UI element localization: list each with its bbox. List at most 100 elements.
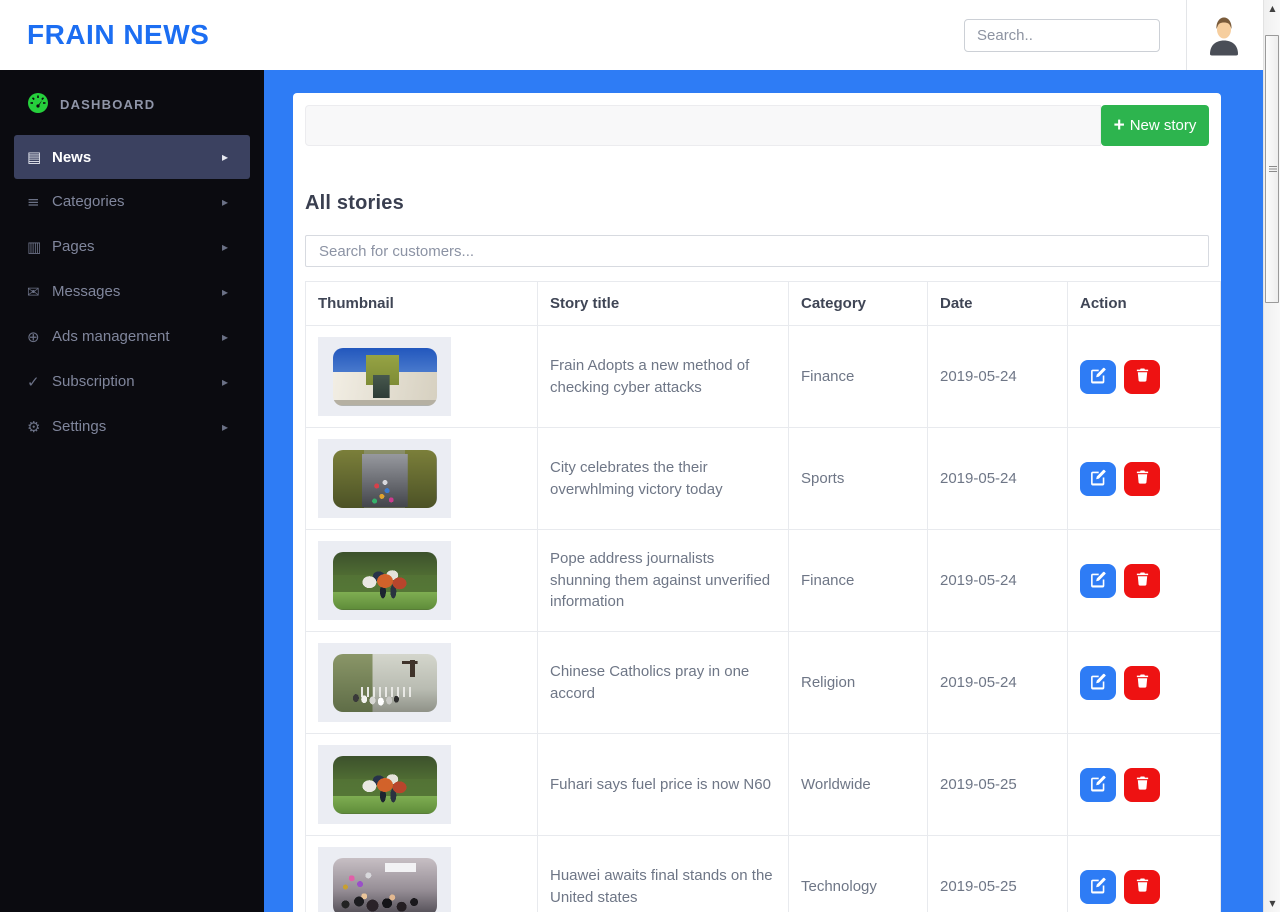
- delete-story-button[interactable]: [1124, 359, 1160, 394]
- trash-icon: [1135, 469, 1150, 488]
- main-area: + New story All stories ThumbnailStory t…: [264, 70, 1263, 912]
- sidebar: DASHBOARD ▤ News ▸ ≡ Categories ▸ ▥ Page…: [0, 70, 264, 912]
- ads-globe-icon: ⊕: [27, 327, 40, 346]
- user-avatar-icon[interactable]: [1204, 14, 1244, 56]
- story-title: Chinese Catholics pray in one accord: [537, 631, 789, 734]
- sidebar-item-settings[interactable]: ⚙ Settings ▸: [0, 404, 264, 449]
- crowd-thumbnail-image: [332, 857, 437, 912]
- pencil-square-icon: [1090, 673, 1107, 693]
- new-story-button[interactable]: + New story: [1101, 105, 1209, 146]
- toolbar: + New story: [305, 105, 1209, 146]
- delete-story-button[interactable]: [1124, 461, 1160, 496]
- sidebar-item-subscription[interactable]: ✓ Subscription ▸: [0, 359, 264, 404]
- sidebar-dashboard-header: DASHBOARD: [0, 70, 264, 135]
- page-title: All stories: [305, 192, 404, 214]
- edit-story-button[interactable]: [1080, 665, 1116, 700]
- sidebar-item-news[interactable]: ▤ News ▸: [14, 135, 250, 179]
- delete-story-button[interactable]: [1124, 767, 1160, 802]
- new-story-label: New story: [1129, 117, 1197, 134]
- chevron-right-icon: ▸: [221, 329, 228, 344]
- trash-icon: [1135, 367, 1150, 386]
- sidebar-item-pages[interactable]: ▥ Pages ▸: [0, 224, 264, 269]
- delete-story-button[interactable]: [1124, 563, 1160, 598]
- edit-story-button[interactable]: [1080, 869, 1116, 904]
- chevron-right-icon: ▸: [221, 374, 228, 389]
- news-icon: ▤: [27, 148, 42, 166]
- story-thumbnail[interactable]: [318, 643, 451, 722]
- scrollbar-grip: [1269, 166, 1277, 172]
- dashboard-gauge-icon: [26, 92, 50, 117]
- trash-icon: [1135, 775, 1150, 794]
- story-thumbnail[interactable]: [318, 337, 451, 416]
- story-row: Frain Adopts a new method of checking cy…: [305, 325, 1221, 428]
- story-date: 2019-05-24: [927, 529, 1068, 632]
- edit-story-button[interactable]: [1080, 359, 1116, 394]
- pencil-square-icon: [1090, 367, 1107, 387]
- story-category: Sports: [788, 427, 928, 530]
- story-row: Fuhari says fuel price is now N60 Worldw…: [305, 733, 1221, 836]
- top-header: FRAIN NEWS: [0, 0, 1263, 70]
- story-category: Technology: [788, 835, 928, 912]
- pencil-square-icon: [1090, 775, 1107, 795]
- story-thumbnail[interactable]: [318, 541, 451, 620]
- pencil-square-icon: [1090, 571, 1107, 591]
- trash-icon: [1135, 877, 1150, 896]
- column-header-category: Category: [788, 281, 928, 326]
- story-category: Religion: [788, 631, 928, 734]
- column-header-date: Date: [927, 281, 1068, 326]
- sidebar-nav: ▤ News ▸ ≡ Categories ▸ ▥ Pages ▸ ✉ Mess…: [0, 135, 264, 449]
- plus-icon: +: [1113, 115, 1125, 136]
- rugby-thumbnail-image: [332, 755, 437, 814]
- scrollbar-thumb[interactable]: [1265, 35, 1279, 303]
- trash-icon: [1135, 673, 1150, 692]
- delete-story-button[interactable]: [1124, 869, 1160, 904]
- story-row: Huawei awaits final stands on the United…: [305, 835, 1221, 912]
- dashboard-label: DASHBOARD: [60, 97, 156, 112]
- categories-icon: ≡: [27, 192, 40, 211]
- stories-table: Thumbnail Story title Category Date Action F…: [305, 281, 1221, 912]
- building-thumbnail-image: [332, 347, 437, 406]
- edit-story-button[interactable]: [1080, 461, 1116, 496]
- story-date: 2019-05-25: [927, 835, 1068, 912]
- sidebar-item-categories[interactable]: ≡ Categories ▸: [0, 179, 264, 224]
- story-category: Finance: [788, 529, 928, 632]
- church-thumbnail-image: [332, 653, 437, 712]
- story-thumbnail[interactable]: [318, 847, 451, 912]
- settings-gear-icon: ⚙: [27, 417, 41, 436]
- edit-story-button[interactable]: [1080, 767, 1116, 802]
- story-date: 2019-05-24: [927, 325, 1068, 428]
- story-row: Chinese Catholics pray in one accord Rel…: [305, 631, 1221, 734]
- trash-icon: [1135, 571, 1150, 590]
- story-date: 2019-05-25: [927, 733, 1068, 836]
- scrollbar-down-arrow-icon[interactable]: ▼: [1264, 895, 1280, 912]
- column-header-thumbnail: Thumbnail: [305, 281, 538, 326]
- pencil-square-icon: [1090, 469, 1107, 489]
- scrollbar-up-arrow-icon[interactable]: ▲: [1264, 0, 1280, 17]
- vertical-scrollbar[interactable]: ▲ ▼: [1263, 0, 1280, 912]
- column-header-action: Action: [1067, 281, 1221, 326]
- pages-icon: ▥: [27, 237, 42, 256]
- column-header-story-title: Story title: [537, 281, 789, 326]
- app-logo[interactable]: FRAIN NEWS: [27, 19, 209, 51]
- story-thumbnail[interactable]: [318, 745, 451, 824]
- sidebar-item-ads-management[interactable]: ⊕ Ads management ▸: [0, 314, 264, 359]
- story-title: Frain Adopts a new method of checking cy…: [537, 325, 789, 428]
- sidebar-item-messages[interactable]: ✉ Messages ▸: [0, 269, 264, 314]
- story-title: City celebrates the their overwhlming vi…: [537, 427, 789, 530]
- story-title: Fuhari says fuel price is now N60: [537, 733, 789, 836]
- header-search-input[interactable]: [964, 18, 1160, 52]
- app-window: FRAIN NEWS Search.. DASHBOARD ▤ News ▸ ≡…: [0, 0, 1280, 912]
- messages-icon: ✉: [27, 282, 40, 301]
- delete-story-button[interactable]: [1124, 665, 1160, 700]
- chevron-right-icon: ▸: [221, 284, 228, 299]
- story-title: Pope address journalists shunning them a…: [537, 529, 789, 632]
- table-header-row: Thumbnail Story title Category Date Action: [305, 281, 1221, 326]
- stories-search-input[interactable]: [305, 235, 1209, 267]
- story-date: 2019-05-24: [927, 427, 1068, 530]
- edit-story-button[interactable]: [1080, 563, 1116, 598]
- story-thumbnail[interactable]: [318, 439, 451, 518]
- story-title: Huawei awaits final stands on the United…: [537, 835, 789, 912]
- header-divider: [1186, 0, 1187, 70]
- story-date: 2019-05-24: [927, 631, 1068, 734]
- chevron-right-icon: ▸: [221, 239, 228, 254]
